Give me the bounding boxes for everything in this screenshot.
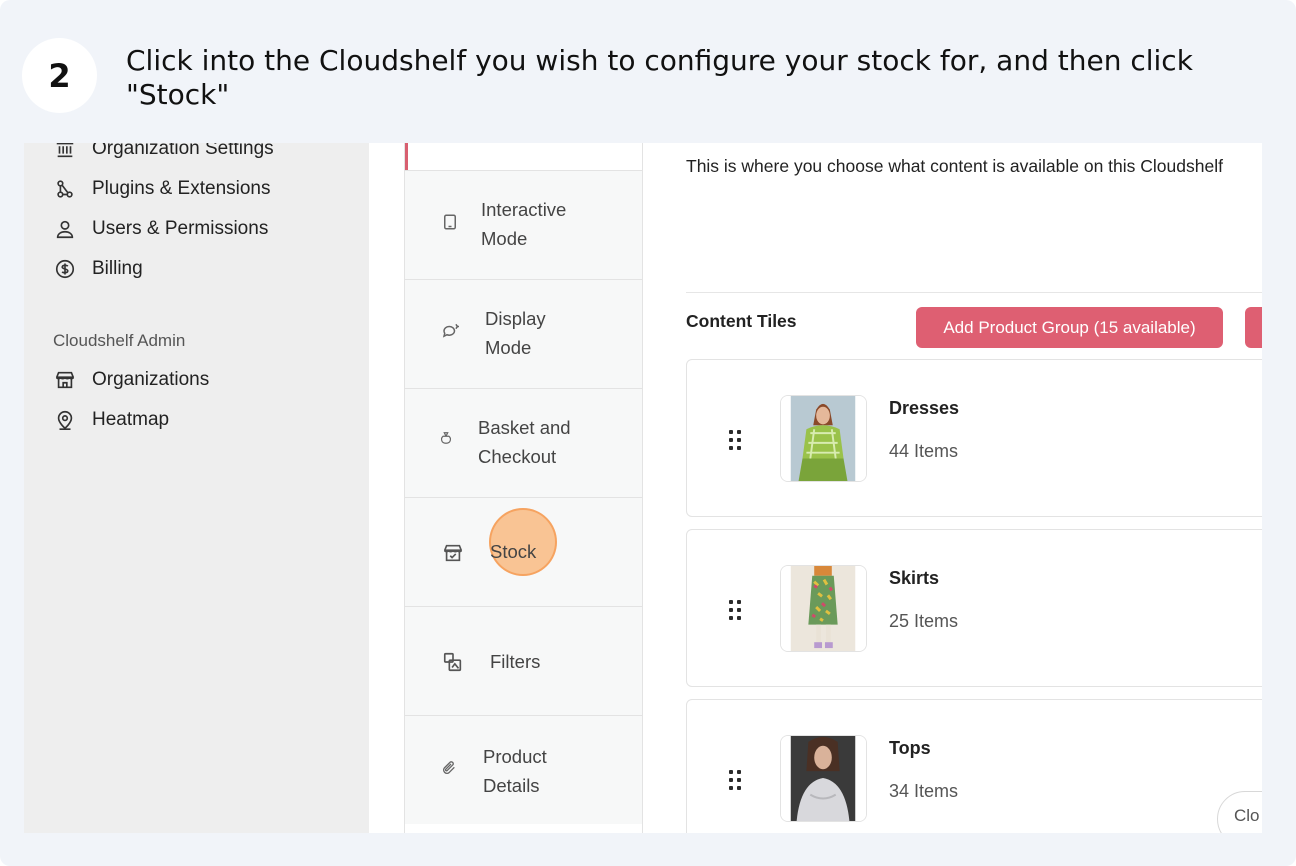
admin-sidebar: Organization Settings Plugins & Extensio… <box>24 143 369 833</box>
sidebar-item-heatmap[interactable]: Heatmap <box>54 405 169 435</box>
skirt-photo <box>781 566 866 651</box>
tile-name: Tops <box>889 738 931 758</box>
sidebar-item-label: Users & Permissions <box>92 218 269 239</box>
tablet-icon <box>444 214 456 230</box>
tab-display-mode[interactable]: Display Mode <box>405 279 642 388</box>
drag-handle-icon[interactable] <box>727 428 743 452</box>
content-tile[interactable]: Skirts 25 Items <box>686 529 1262 687</box>
cloudshelf-settings-tabs: Interactive Mode Display Mode Basket and Ch… <box>404 143 643 833</box>
tab-product-details[interactable]: Product Details <box>405 715 642 824</box>
secondary-add-button[interactable] <box>1245 307 1262 348</box>
sidebar-item-organizations[interactable]: Organizations <box>54 365 209 395</box>
sidebar-item-label: Organization Settings <box>92 143 274 159</box>
tab-filters[interactable]: Filters <box>405 606 642 715</box>
tab-interactive-mode[interactable]: Interactive Mode <box>405 170 642 279</box>
product-thumbnail <box>780 395 867 482</box>
tile-item-count: 34 Items <box>889 781 959 801</box>
store-check-icon <box>443 544 463 562</box>
sidebar-item-label: Heatmap <box>92 409 170 430</box>
tile-name: Skirts <box>889 568 940 588</box>
user-icon <box>56 220 74 239</box>
active-tab-indicator <box>405 143 408 170</box>
tab-label: Basket and Checkout <box>478 417 571 467</box>
tab-label: Display Mode <box>485 308 546 358</box>
tab-label: Stock <box>490 541 537 562</box>
sidebar-item-organization-settings[interactable]: Organization Settings <box>54 143 274 164</box>
drag-handle-icon[interactable] <box>727 598 743 622</box>
tab-basket-and-checkout[interactable]: Basket and Checkout <box>405 388 642 497</box>
money-bag-icon <box>441 432 451 444</box>
sidebar-item-plugins[interactable]: Plugins & Extensions <box>54 174 271 204</box>
content-description: This is where you choose what content is… <box>686 156 1223 176</box>
tile-item-count: 25 Items <box>889 611 959 631</box>
divider <box>686 292 1262 293</box>
sidebar-item-users[interactable]: Users & Permissions <box>54 214 268 244</box>
product-thumbnail <box>780 735 867 822</box>
store-icon <box>55 371 75 389</box>
filter-shapes-icon <box>443 652 462 672</box>
tab-label: Interactive Mode <box>481 199 567 249</box>
step-number-badge: 2 <box>22 38 97 113</box>
tile-name: Dresses <box>889 398 960 418</box>
tab-stock[interactable]: Stock <box>405 497 642 606</box>
sidebar-item-label: Organizations <box>92 369 210 390</box>
dress-photo <box>781 396 866 481</box>
paperclip-icon <box>443 761 455 774</box>
content-tiles-title: Content Tiles <box>686 311 797 331</box>
sidebar-item-label: Billing <box>92 258 143 279</box>
sidebar-item-label: Plugins & Extensions <box>92 178 271 199</box>
top-photo <box>781 736 866 821</box>
content-tile[interactable]: Dresses 44 Items <box>686 359 1262 517</box>
drag-handle-icon[interactable] <box>727 768 743 792</box>
product-thumbnail <box>780 565 867 652</box>
map-pin-icon <box>57 410 73 430</box>
bank-icon <box>56 143 74 158</box>
chat-sparkle-icon <box>442 323 459 338</box>
add-product-group-button[interactable]: Add Product Group (15 available) <box>916 307 1223 348</box>
tab-label: Filters <box>490 651 541 672</box>
tile-item-count: 44 Items <box>889 441 959 461</box>
section-label-cloudshelf-admin: Cloudshelf Admin <box>53 331 186 350</box>
sidebar-item-billing[interactable]: Billing <box>54 254 143 284</box>
main-content: This is where you choose what content is… <box>643 143 1262 833</box>
content-tile[interactable]: Tops 34 Items <box>686 699 1262 833</box>
app-screenshot: Organization Settings Plugins & Extensio… <box>24 143 1262 833</box>
plugins-icon <box>57 180 73 198</box>
step-instruction: Click into the Cloudshelf you wish to co… <box>126 44 1193 111</box>
tutorial-step-card: 2 Click into the Cloudshelf you wish to … <box>0 0 1296 866</box>
tab-label: Product Details <box>483 746 547 796</box>
dollar-circle-icon <box>55 259 75 279</box>
